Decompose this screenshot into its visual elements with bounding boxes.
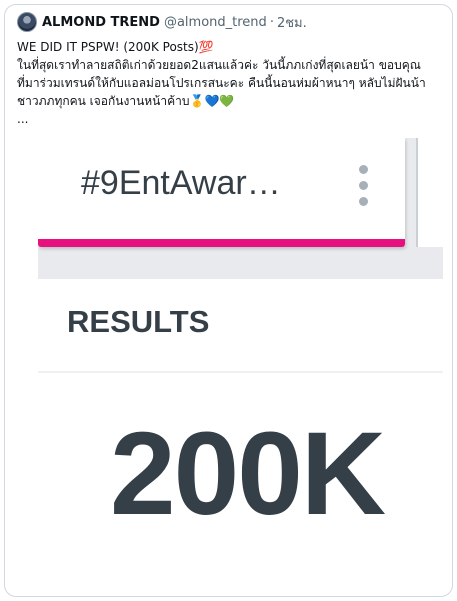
tweet-text-line: WE DID IT PSPW! (200K Posts)💯 — [17, 40, 214, 54]
result-value: 200K — [109, 408, 386, 540]
tweet-text-line: ที่มาร่วมเทรนด์ให้กับแอลม่อนโปรเกรสนะคะ … — [17, 76, 426, 90]
tweet-header: ALMOND TREND @almond_trend · 2ชม. — [17, 11, 444, 33]
tweet-text-line: ในที่สุดเราทำลายสถิติเก่าด้วยยอด2แสนแล้ว… — [17, 58, 421, 72]
user-handle[interactable]: @almond_trend — [164, 15, 267, 30]
hashtag-text: #9EntAwar… — [81, 164, 281, 202]
display-name[interactable]: ALMOND TREND — [42, 15, 160, 30]
next-hashtag-card — [416, 138, 443, 247]
tweet-text-line: ชาวภภทุกคน เจอกันงานหน้าค้าบ🥇💙💚 — [17, 94, 235, 108]
tweet-text: WE DID IT PSPW! (200K Posts)💯 ในที่สุดเร… — [17, 38, 447, 128]
accent-bar — [38, 239, 405, 247]
avatar[interactable] — [17, 12, 37, 32]
hashtag-card: #9EntAwar… — [38, 138, 405, 247]
kebab-menu-icon — [356, 165, 370, 211]
tweet-media-image[interactable]: #9EntAwar… RESULTS 200K — [38, 138, 443, 596]
results-card: RESULTS 200K — [38, 279, 443, 596]
divider — [38, 371, 443, 373]
tweet-text-ellipsis[interactable]: ... — [17, 110, 447, 128]
post-time[interactable]: 2ชม. — [277, 12, 307, 33]
tweet-card[interactable]: ALMOND TREND @almond_trend · 2ชม. WE DID… — [4, 4, 453, 597]
separator-dot: · — [269, 14, 274, 30]
results-label: RESULTS — [67, 304, 210, 339]
